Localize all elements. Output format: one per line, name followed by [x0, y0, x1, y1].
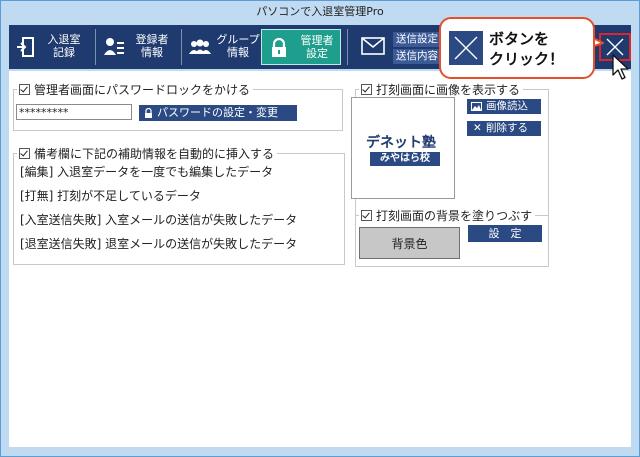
close-icon	[454, 36, 478, 60]
delete-image-button[interactable]: ✕ 削除する	[467, 121, 541, 136]
app-window: パソコンで入退室管理Pro 入退室 記録 登録者 情報 グループ 情報 管理者 …	[0, 0, 640, 457]
remark-exit-mail-failed-line: [退室送信失敗] 退室メールの送信が失敗したデータ	[20, 237, 298, 251]
group-info-label: グループ 情報	[216, 33, 260, 59]
password-lock-checkbox[interactable]	[19, 84, 30, 95]
password-change-label: パスワードの設定・変更	[157, 106, 278, 119]
remark-missing-stamp-line: [打無] 打刻が不足しているデータ	[20, 189, 201, 203]
lock-icon	[145, 108, 152, 118]
stamp-image-label: 打刻画面に画像を表示する	[376, 83, 521, 97]
logo-subtitle: みやはら校	[370, 152, 440, 166]
background-set-button[interactable]: 設 定	[468, 225, 542, 242]
remarks-group: 備考欄に下記の補助情報を自動的に挿入する [編集] 入退室データを一度でも編集し…	[13, 145, 345, 265]
remark-edited-line: [編集] 入退室データを一度でも編集したデータ	[20, 165, 274, 179]
group-icon	[189, 39, 211, 54]
remarks-checkbox[interactable]	[19, 148, 30, 159]
image-icon	[471, 102, 482, 111]
toolbar-divider	[347, 29, 348, 65]
password-lock-label: 管理者画面にパスワードロックをかける	[34, 83, 251, 97]
group-info-button[interactable]: グループ 情報	[183, 29, 265, 65]
stamp-background-legend[interactable]: 打刻画面の背景を塗りつぶす	[359, 207, 536, 224]
password-change-button[interactable]: パスワードの設定・変更	[139, 105, 297, 121]
callout-text: ボタンを クリック！	[489, 30, 565, 68]
load-image-label: 画像読込	[486, 100, 528, 112]
remarks-label: 備考欄に下記の補助情報を自動的に挿入する	[34, 147, 275, 161]
person-list-icon	[104, 38, 124, 55]
registrant-info-button[interactable]: 登録者 情報	[97, 29, 179, 65]
remarks-legend[interactable]: 備考欄に下記の補助情報を自動的に挿入する	[17, 145, 278, 162]
delete-image-label: 削除する	[486, 122, 528, 134]
close-button-illustration	[449, 31, 483, 65]
delete-x-icon: ✕	[473, 122, 482, 134]
attendance-record-button[interactable]: 入退室 記録	[9, 29, 93, 65]
stamp-image-preview: デネット塾 みやはら校	[351, 97, 455, 199]
lock-icon	[272, 37, 286, 57]
attendance-record-label: 入退室 記録	[47, 33, 81, 59]
envelope-icon	[361, 37, 385, 55]
toolbar-divider	[95, 29, 96, 65]
stamp-image-legend[interactable]: 打刻画面に画像を表示する	[359, 81, 524, 98]
mouse-cursor-icon	[612, 54, 629, 80]
stamp-background-checkbox[interactable]	[361, 210, 372, 221]
load-image-button[interactable]: 画像読込	[467, 99, 541, 114]
admin-settings-button[interactable]: 管理者 設定	[261, 29, 341, 65]
door-exit-icon	[17, 37, 34, 57]
background-color-swatch[interactable]: 背景色	[359, 227, 460, 259]
password-lock-legend[interactable]: 管理者画面にパスワードロックをかける	[17, 81, 254, 98]
password-field[interactable]: *********	[16, 104, 132, 120]
registrant-info-label: 登録者 情報	[135, 33, 169, 59]
stamp-image-checkbox[interactable]	[361, 84, 372, 95]
logo-title: デネット塾	[366, 135, 436, 151]
remark-entry-mail-failed-line: [入室送信失敗] 入室メールの送信が失敗したデータ	[20, 213, 298, 227]
instruction-callout: ボタンを クリック！	[439, 17, 595, 79]
stamp-background-label: 打刻画面の背景を塗りつぶす	[376, 209, 533, 223]
toolbar-divider	[181, 29, 182, 65]
admin-settings-label: 管理者 設定	[300, 34, 334, 60]
